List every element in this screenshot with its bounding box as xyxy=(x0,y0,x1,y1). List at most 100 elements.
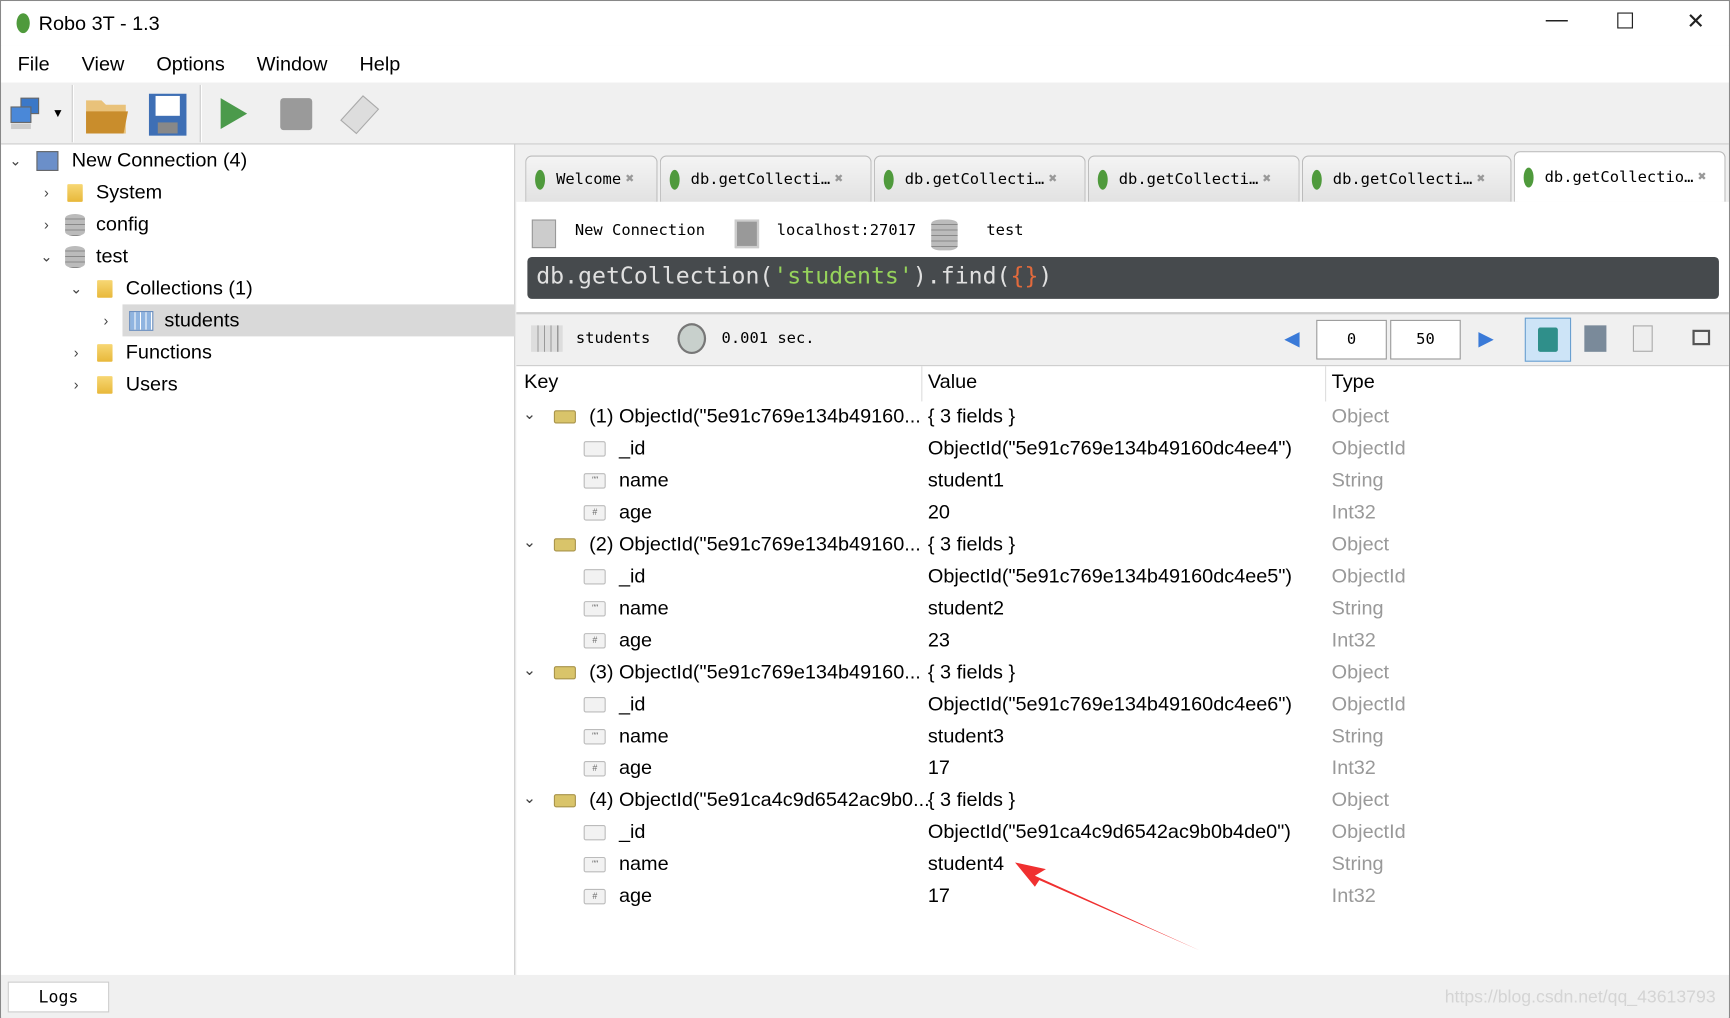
tab-query[interactable]: db.getCollecti… ✖ xyxy=(1087,155,1300,202)
document-key: (2) ObjectId("5e91c769e134b49160... xyxy=(589,532,921,555)
chevron-right-icon[interactable]: › xyxy=(39,184,54,201)
menu-view[interactable]: View xyxy=(82,52,125,75)
menu-options[interactable]: Options xyxy=(156,52,224,75)
field-row[interactable]: "" name student3 String xyxy=(516,721,1729,753)
close-tab-icon[interactable]: ✖ xyxy=(626,171,635,188)
results-collection: students xyxy=(575,329,651,348)
chevron-down-icon[interactable]: ⌄ xyxy=(523,533,536,552)
field-row[interactable]: # age 20 Int32 xyxy=(516,497,1729,529)
chevron-down-icon[interactable]: ⌄ xyxy=(523,405,536,424)
chevron-right-icon[interactable]: › xyxy=(68,376,83,393)
field-row[interactable]: _id ObjectId("5e91c769e134b49160dc4ee6") O… xyxy=(516,689,1729,721)
tree-students[interactable]: students xyxy=(122,304,516,337)
chevron-right-icon[interactable]: › xyxy=(98,304,113,336)
chevron-down-icon[interactable]: ⌄ xyxy=(8,152,23,170)
tab-query-active[interactable]: db.getCollectio… ✖ xyxy=(1513,151,1726,202)
execute-icon[interactable] xyxy=(217,92,261,136)
maximize-results-icon[interactable] xyxy=(1692,329,1711,346)
maximize-button[interactable]: ☐ xyxy=(1603,8,1647,39)
field-row[interactable]: # age 17 Int32 xyxy=(516,753,1729,785)
tree-users[interactable]: › Users xyxy=(68,368,178,400)
chevron-down-icon[interactable]: ⌄ xyxy=(523,789,536,808)
field-type: Int32 xyxy=(1331,500,1376,523)
next-page-icon[interactable]: ▶ xyxy=(1478,328,1493,351)
folder-icon xyxy=(97,343,113,362)
close-tab-icon[interactable]: ✖ xyxy=(1049,171,1058,188)
chevron-down-icon[interactable]: ⌄ xyxy=(523,661,536,680)
field-value: ObjectId("5e91c769e134b49160dc4ee6") xyxy=(927,692,1293,715)
results-tree-table: Key Value Type ⌄ (1) ObjectId("5e91c769e1… xyxy=(516,365,1729,975)
leaf-icon xyxy=(1097,169,1108,190)
tree-system[interactable]: › System xyxy=(39,176,163,208)
close-tab-icon[interactable]: ✖ xyxy=(835,171,844,188)
save-icon[interactable] xyxy=(147,92,191,136)
column-type[interactable]: Type xyxy=(1332,371,1375,394)
field-row[interactable]: "" name student1 String xyxy=(516,465,1729,497)
leaf-icon xyxy=(1311,169,1322,190)
field-value: ObjectId("5e91c769e134b49160dc4ee5") xyxy=(927,564,1293,587)
document-type: Object xyxy=(1331,532,1390,555)
field-key: name xyxy=(618,724,669,747)
rotate-icon[interactable] xyxy=(334,92,385,136)
tree-view-button[interactable] xyxy=(1524,317,1572,362)
field-row[interactable]: _id ObjectId("5e91c769e134b49160dc4ee5") O… xyxy=(516,561,1729,593)
close-tab-icon[interactable]: ✖ xyxy=(1477,171,1486,188)
logs-tab[interactable]: Logs xyxy=(7,981,110,1013)
skip-input[interactable]: 0 xyxy=(1316,319,1387,360)
string-type-icon: "" xyxy=(583,601,606,617)
menu-window[interactable]: Window xyxy=(257,52,328,75)
menu-help[interactable]: Help xyxy=(359,52,400,75)
document-key: (4) ObjectId("5e91ca4c9d6542ac9b0... xyxy=(589,788,930,811)
clock-icon xyxy=(677,323,707,355)
tree-test[interactable]: ⌄ test xyxy=(39,240,128,272)
field-type: ObjectId xyxy=(1331,692,1406,715)
chevron-right-icon[interactable]: › xyxy=(39,216,54,233)
tab-query[interactable]: db.getCollecti… ✖ xyxy=(873,155,1086,202)
document-value: { 3 fields } xyxy=(927,660,1016,683)
database-name: test xyxy=(986,221,1024,240)
server-address: localhost:27017 xyxy=(776,221,917,240)
field-key: name xyxy=(618,596,669,619)
column-value[interactable]: Value xyxy=(928,371,977,394)
field-row[interactable]: _id ObjectId("5e91ca4c9d6542ac9b0b4de0") O… xyxy=(516,817,1729,849)
close-tab-icon[interactable]: ✖ xyxy=(1263,171,1272,188)
menu-file[interactable]: File xyxy=(18,52,50,75)
chevron-down-icon[interactable]: ⌄ xyxy=(39,248,54,266)
tree-collections[interactable]: ⌄ Collections (1) xyxy=(68,272,253,304)
close-tab-icon[interactable]: ✖ xyxy=(1698,169,1707,186)
close-button[interactable]: ✕ xyxy=(1674,8,1718,39)
text-view-icon[interactable] xyxy=(1632,325,1653,352)
field-row[interactable]: # age 23 Int32 xyxy=(516,625,1729,657)
results-toolbar: students 0.001 sec. ◀ 0 50 ▶ xyxy=(516,312,1729,366)
connect-icon[interactable] xyxy=(8,92,43,136)
column-key[interactable]: Key xyxy=(524,371,558,394)
connect-dropdown-icon[interactable]: ▼ xyxy=(52,92,70,136)
robo3t-window: Robo 3T - 1.3 — ☐ ✕ File View Options Wi… xyxy=(0,0,1730,1018)
tree-config[interactable]: › config xyxy=(39,208,149,240)
previous-page-icon[interactable]: ◀ xyxy=(1284,328,1299,351)
query-editor[interactable]: db.getCollection('students').find({}) xyxy=(527,256,1719,299)
status-bar: Logs https://blog.csdn.net/qq_43613793 xyxy=(1,974,1729,1018)
int32-type-icon: # xyxy=(583,633,606,649)
field-row[interactable]: _id ObjectId("5e91c769e134b49160dc4ee4") O… xyxy=(516,433,1729,465)
limit-input[interactable]: 50 xyxy=(1390,319,1461,360)
tab-query[interactable]: db.getCollecti… ✖ xyxy=(659,155,872,202)
tab-welcome[interactable]: Welcome ✖ xyxy=(525,155,658,202)
connection-icon xyxy=(531,219,557,249)
document-row[interactable]: ⌄ (4) ObjectId("5e91ca4c9d6542ac9b0...{ 3… xyxy=(516,785,1729,817)
field-type: String xyxy=(1331,468,1384,491)
field-row[interactable]: "" name student2 String xyxy=(516,593,1729,625)
document-row[interactable]: ⌄ (1) ObjectId("5e91c769e134b49160... { 3 … xyxy=(516,401,1729,433)
tab-query[interactable]: db.getCollecti… ✖ xyxy=(1301,155,1512,202)
document-row[interactable]: ⌄ (3) ObjectId("5e91c769e134b49160... { 3 … xyxy=(516,657,1729,689)
watermark: https://blog.csdn.net/qq_43613793 xyxy=(1444,988,1716,1007)
chevron-down-icon[interactable]: ⌄ xyxy=(68,280,83,298)
table-view-icon[interactable] xyxy=(1584,325,1607,352)
tree-functions[interactable]: › Functions xyxy=(68,336,212,368)
chevron-right-icon[interactable]: › xyxy=(68,344,83,361)
stop-icon[interactable] xyxy=(279,92,323,136)
open-icon[interactable] xyxy=(83,92,128,136)
document-row[interactable]: ⌄ (2) ObjectId("5e91c769e134b49160... { 3 … xyxy=(516,529,1729,561)
tree-connection[interactable]: ⌄ New Connection (4) xyxy=(8,144,247,176)
minimize-button[interactable]: — xyxy=(1535,8,1579,39)
